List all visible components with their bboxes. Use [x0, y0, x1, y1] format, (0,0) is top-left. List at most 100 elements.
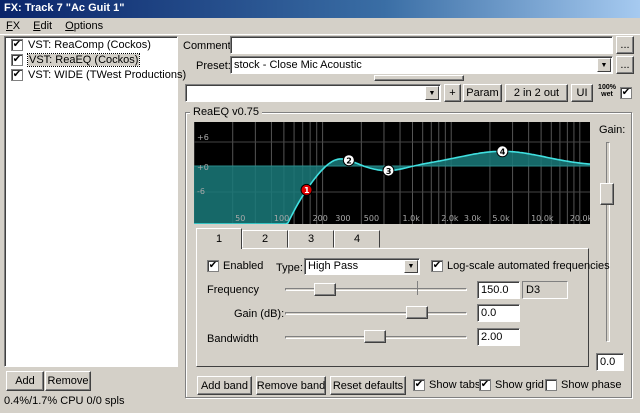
wet-checkbox-wrap[interactable]: ✔ — [620, 87, 632, 99]
tab-band-3[interactable]: 3 — [288, 230, 334, 248]
wet-checkbox[interactable]: ✔ — [620, 87, 632, 99]
comment-field[interactable] — [230, 36, 613, 54]
frequency-tick — [417, 281, 418, 295]
wet-label: 100% wet — [598, 84, 616, 98]
fx-chain-list[interactable]: ✔ VST: ReaComp (Cockos) ✔ VST: ReaEQ (Co… — [4, 36, 186, 367]
add-fx-button[interactable]: Add — [6, 371, 44, 391]
frequency-field[interactable]: 150.0 — [477, 281, 520, 299]
bandwidth-field[interactable]: 2.00 — [477, 328, 520, 346]
plugin-preset-dropdown[interactable]: ▼ — [185, 84, 441, 102]
frequency-label: Frequency — [207, 284, 259, 296]
chevron-down-icon[interactable]: ▼ — [404, 260, 418, 273]
gain-label: Gain: — [599, 124, 626, 136]
show-tabs-wrap[interactable]: ✔ Show tabs — [413, 379, 480, 391]
band-node-label: 4 — [500, 147, 506, 156]
chevron-down-icon[interactable]: ▼ — [425, 86, 439, 100]
param-button[interactable]: Param — [463, 84, 502, 102]
tab-band-2[interactable]: 2 — [242, 230, 288, 248]
freq-axis-label: 50 — [235, 214, 245, 223]
show-phase-label: Show phase — [561, 379, 622, 391]
log-scale-checkbox[interactable]: ✔ — [431, 260, 443, 272]
db-axis-label: +6 — [197, 133, 209, 142]
freq-axis-label: 200 — [313, 214, 328, 223]
enabled-checkbox[interactable]: ✔ — [207, 260, 219, 272]
menu-options[interactable]: Options — [59, 18, 107, 32]
show-grid-checkbox[interactable]: ✔ — [479, 379, 491, 391]
db-axis-label: -6 — [197, 187, 205, 196]
type-label: Type: — [276, 262, 303, 274]
log-scale-checkbox-wrap[interactable]: ✔ Log-scale automated frequencies — [431, 260, 610, 272]
freq-axis-label: 300 — [335, 214, 350, 223]
band-node-label: 2 — [346, 156, 352, 165]
band-tabs: 1 2 3 4 — [196, 228, 589, 370]
db-axis-label: +0 — [197, 163, 209, 172]
ui-button[interactable]: UI — [571, 84, 593, 102]
frequency-slider-track[interactable] — [285, 288, 467, 291]
menu-fx[interactable]: FX — [0, 18, 24, 32]
tab-band-4[interactable]: 4 — [334, 230, 380, 248]
bandwidth-slider-thumb[interactable] — [364, 330, 386, 343]
show-phase-checkbox[interactable] — [545, 379, 557, 391]
band-gain-slider-track[interactable] — [285, 312, 467, 315]
freq-axis-label: 5.0k — [492, 214, 510, 223]
fx-item-label: VST: WIDE (TWest Productions) — [28, 68, 187, 81]
show-grid-label: Show grid — [495, 379, 544, 391]
enabled-label: Enabled — [223, 260, 264, 272]
menu-edit[interactable]: Edit — [27, 18, 56, 32]
comment-more-button[interactable]: ... — [616, 36, 634, 54]
log-scale-label: Log-scale automated frequencies — [447, 260, 610, 272]
comment-label: Comment: — [183, 40, 234, 52]
menu-bar: FX Edit Options — [0, 18, 640, 35]
fx-enable-checkbox[interactable]: ✔ — [11, 53, 23, 66]
enabled-checkbox-wrap[interactable]: ✔ Enabled — [207, 260, 263, 272]
freq-axis-label: 3.0k — [464, 214, 482, 223]
note-display: D3 — [522, 281, 568, 299]
freq-axis-label: 10.0k — [531, 214, 554, 223]
add-band-button[interactable]: Add band — [197, 376, 252, 395]
gain-value-field[interactable]: 0.0 — [596, 353, 624, 371]
band-node-label: 1 — [304, 186, 310, 195]
fx-item-reacomp[interactable]: ✔ VST: ReaComp (Cockos) — [5, 37, 177, 52]
preset-dropdown[interactable]: stock - Close Mic Acoustic ▼ — [230, 56, 613, 74]
band-node-label: 3 — [386, 167, 392, 176]
show-tabs-label: Show tabs — [429, 379, 481, 391]
io-button[interactable]: 2 in 2 out — [505, 84, 568, 102]
eq-graph-svg[interactable]: +6 +0 -6 50 100 200 300 500 1.0k 2.0k 3.0k 5.0k 10.0… — [194, 122, 590, 224]
freq-axis-label: 2.0k — [441, 214, 459, 223]
filter-type-value: High Pass — [308, 260, 359, 272]
add-preset-button[interactable]: + — [444, 84, 461, 102]
band-gain-label: Gain (dB): — [234, 308, 285, 320]
filter-type-dropdown[interactable]: High Pass ▼ — [304, 258, 420, 275]
tab-band-1[interactable]: 1 — [196, 228, 242, 249]
chevron-down-icon[interactable]: ▼ — [597, 58, 611, 72]
fx-item-wide[interactable]: ✔ VST: WIDE (TWest Productions) — [5, 67, 186, 82]
reset-defaults-button[interactable]: Reset defaults — [330, 376, 406, 395]
frequency-slider-thumb[interactable] — [314, 283, 336, 296]
plugin-title: ReaEQ v0.75 — [190, 106, 263, 118]
fx-enable-checkbox[interactable]: ✔ — [11, 68, 23, 81]
eq-graph[interactable]: +6 +0 -6 50 100 200 300 500 1.0k 2.0k 3.0k 5.0k 10.0… — [194, 122, 590, 224]
fx-enable-checkbox[interactable]: ✔ — [11, 38, 23, 51]
freq-axis-label: 500 — [364, 214, 379, 223]
remove-fx-button[interactable]: Remove — [45, 371, 91, 391]
gain-slider-thumb[interactable] — [600, 183, 614, 205]
splitter-handle[interactable] — [374, 75, 464, 81]
preset-value: stock - Close Mic Acoustic — [234, 59, 362, 71]
bandwidth-label: Bandwidth — [207, 333, 259, 345]
remove-band-button[interactable]: Remove band — [256, 376, 326, 395]
freq-axis-label: 1.0k — [402, 214, 420, 223]
fx-item-label: VST: ReaEQ (Cockos) — [26, 52, 141, 67]
preset-label: Preset: — [196, 60, 231, 72]
show-grid-wrap[interactable]: ✔ Show grid — [479, 379, 544, 391]
gain-slider-track[interactable] — [606, 142, 610, 342]
band-gain-field[interactable]: 0.0 — [477, 304, 520, 322]
show-phase-wrap[interactable]: Show phase — [545, 379, 622, 391]
fx-item-label: VST: ReaComp (Cockos) — [28, 38, 151, 51]
band-gain-slider-thumb[interactable] — [406, 306, 428, 319]
freq-axis-label: 20.0k — [570, 214, 590, 223]
freq-axis-label: 100 — [274, 214, 289, 223]
window-title: FX: Track 7 "Ac Guit 1" — [0, 0, 640, 18]
fx-item-reaeq[interactable]: ✔ VST: ReaEQ (Cockos) — [5, 52, 177, 67]
preset-more-button[interactable]: ... — [616, 56, 634, 74]
show-tabs-checkbox[interactable]: ✔ — [413, 379, 425, 391]
